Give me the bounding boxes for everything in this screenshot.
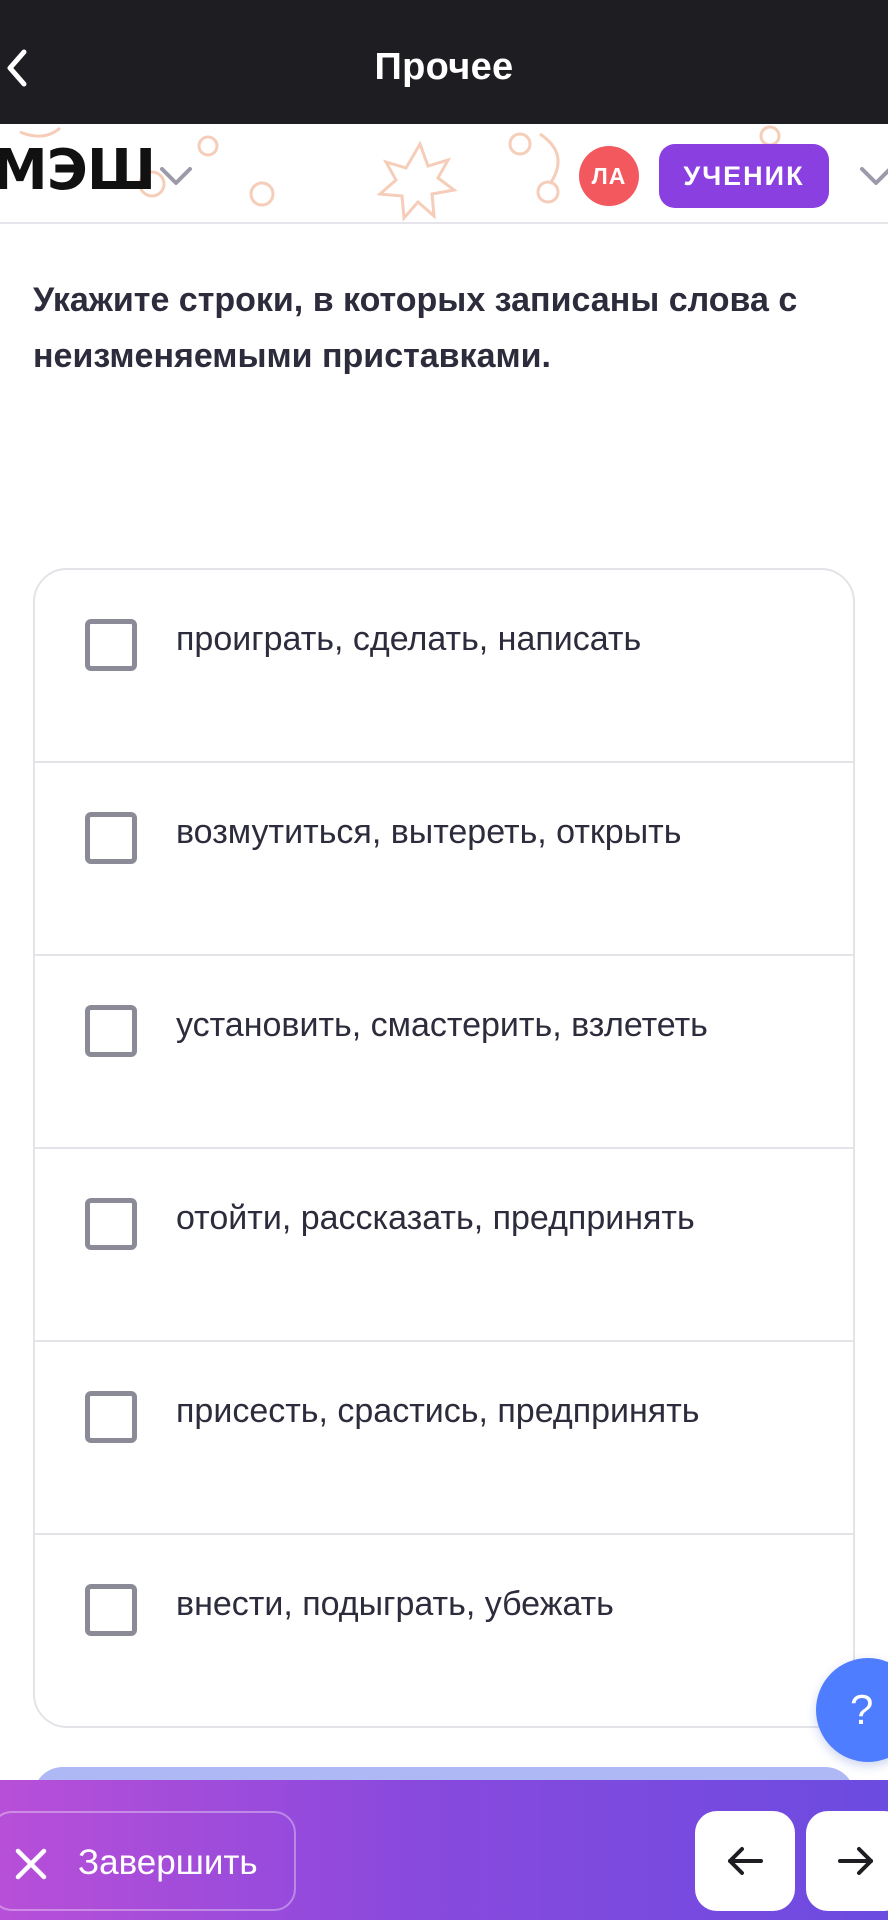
- page-title: Прочее: [374, 46, 514, 88]
- option-label: внести, подыграть, убежать: [176, 1585, 614, 1623]
- question-text: Укажите строки, в которых записаны слова…: [33, 281, 798, 375]
- next-question-button[interactable]: [806, 1811, 888, 1911]
- answer-option[interactable]: присесть, срастись, предпринять: [35, 1342, 853, 1535]
- checkbox[interactable]: [85, 1005, 137, 1057]
- checkbox[interactable]: [85, 619, 137, 671]
- answer-options: проиграть, сделать, написать возмутиться…: [33, 568, 855, 1728]
- mesh-logo: МЭШ: [0, 138, 156, 203]
- close-icon: [15, 1848, 47, 1880]
- avatar[interactable]: ЛА: [579, 146, 639, 206]
- chevron-down-icon[interactable]: [158, 164, 194, 188]
- prev-question-button[interactable]: [695, 1811, 795, 1911]
- option-label: возмутиться, вытереть, открыть: [176, 813, 682, 851]
- finish-button[interactable]: Завершить: [0, 1811, 296, 1911]
- arrow-left-icon: [728, 1847, 763, 1875]
- finish-label: Завершить: [78, 1843, 258, 1882]
- arrow-right-icon: [838, 1847, 873, 1875]
- checkbox[interactable]: [85, 1391, 137, 1443]
- checkbox[interactable]: [85, 1584, 137, 1636]
- app-header: МЭШ ЛА УЧЕНИК: [0, 124, 888, 224]
- answer-option[interactable]: отойти, рассказать, предпринять: [35, 1149, 853, 1342]
- answer-option[interactable]: возмутиться, вытереть, открыть: [35, 763, 853, 956]
- checkbox[interactable]: [85, 1198, 137, 1250]
- checkbox[interactable]: [85, 812, 137, 864]
- answer-option[interactable]: проиграть, сделать, написать: [35, 570, 853, 763]
- option-label: установить, смастерить, взлететь: [176, 1006, 708, 1044]
- help-label: ?: [850, 1686, 874, 1733]
- option-label: отойти, рассказать, предпринять: [176, 1199, 695, 1237]
- answer-option[interactable]: установить, смастерить, взлететь: [35, 956, 853, 1149]
- answer-option[interactable]: внести, подыграть, убежать: [35, 1535, 853, 1726]
- top-bar: Прочее: [0, 0, 888, 124]
- role-badge[interactable]: УЧЕНИК: [659, 144, 829, 208]
- option-label: проиграть, сделать, написать: [176, 620, 642, 658]
- chevron-down-icon[interactable]: [858, 164, 888, 188]
- option-label: присесть, срастись, предпринять: [176, 1392, 700, 1430]
- footer-bar: Завершить: [0, 1780, 888, 1920]
